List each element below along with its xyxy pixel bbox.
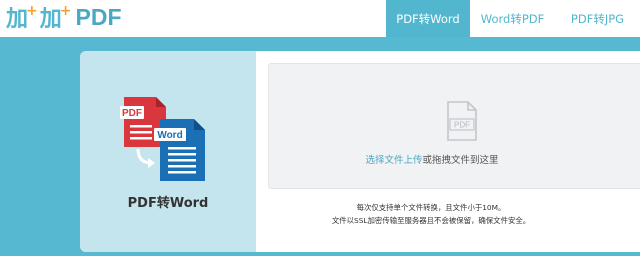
top-nav: PDF转Word Word转PDF PDF转JPG [386,0,640,37]
note-size-limit: 每次仅支持单个文件转换，且文件小于10M。 [356,203,506,212]
site-logo[interactable]: 加 + 加 + PDF [6,3,122,32]
word-doc-label: Word [157,130,182,141]
tab-word-to-pdf[interactable]: Word转PDF [470,0,555,37]
tab-pdf-to-word[interactable]: PDF转Word [386,0,470,37]
bottom-strip [0,256,640,263]
upload-notes: 每次仅支持单个文件转换，且文件小于10M。 文件以SSL加密传输至服务器且不会被… [268,201,640,227]
converter-card: PDF Word PDF转Word PDF 选择文件上传或拖拽文件到这里 每次仅… [80,51,640,252]
logo-plus-2: + [59,3,72,19]
tab-pdf-to-jpg[interactable]: PDF转JPG [555,0,640,37]
pdf-to-word-icon: PDF Word [120,97,205,181]
drop-instructions: 选择文件上传或拖拽文件到这里 [269,152,640,166]
logo-char-1: 加 [6,7,28,32]
note-security: 文件以SSL加密传输至服务器且不会被保留，确保文件安全。 [331,216,531,225]
file-drop-zone[interactable]: PDF 选择文件上传或拖拽文件到这里 [268,63,640,189]
pdf-file-icon: PDF [447,101,477,141]
pdf-doc-label: PDF [122,108,142,119]
logo-char-2: 加 [39,7,62,32]
pdf-file-icon-label: PDF [454,121,470,130]
converter-left-panel: PDF Word PDF转Word [80,51,256,252]
select-file-link[interactable]: 选择文件上传 [365,155,422,166]
top-header: 加 + 加 + PDF PDF转Word Word转PDF PDF转JPG [0,0,640,37]
drag-hint: 或拖拽文件到这里 [422,155,499,166]
logo-plus-1: + [26,3,38,19]
converter-title: PDF转Word [127,196,209,211]
logo-text: PDF [75,3,122,30]
